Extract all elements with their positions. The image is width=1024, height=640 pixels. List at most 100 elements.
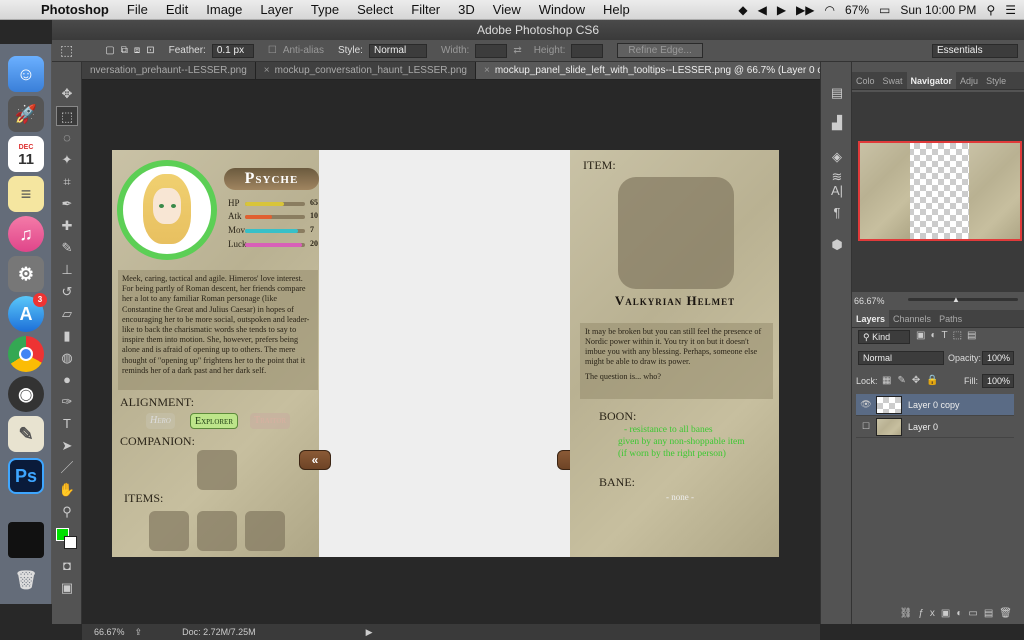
fill-input[interactable]: 100% <box>982 374 1014 388</box>
tab-color[interactable]: Colo <box>852 72 879 89</box>
character-panel-icon[interactable]: A| <box>827 182 847 200</box>
close-icon[interactable]: × <box>484 65 490 76</box>
antialias-checkbox[interactable]: ☐ <box>268 45 277 56</box>
tab-navigator[interactable]: Navigator <box>906 72 957 89</box>
paragraph-panel-icon[interactable]: ¶ <box>827 204 847 222</box>
tab-paths[interactable]: Paths <box>935 310 966 327</box>
screen-mode-icon[interactable]: ▣ <box>56 578 78 598</box>
forward-icon[interactable]: ▶▶ <box>796 3 814 17</box>
menu-image[interactable]: Image <box>197 2 251 17</box>
healing-brush-icon[interactable]: ✚ <box>56 216 78 236</box>
gradient-tool-icon[interactable]: ▮ <box>56 326 78 346</box>
layer-row-layer0[interactable]: ☐ Layer 0 <box>856 416 1014 438</box>
wifi-icon[interactable]: ◠ <box>825 3 835 17</box>
alignment-hero[interactable]: Hero <box>146 413 175 429</box>
share-icon[interactable]: ⇪ <box>135 627 143 638</box>
alignment-traitor[interactable]: Traitor <box>250 413 291 429</box>
tab-adjustments[interactable]: Adju <box>956 72 982 89</box>
layer-name[interactable]: Layer 0 <box>908 422 938 432</box>
clone-stamp-icon[interactable]: ⊥ <box>56 260 78 280</box>
blur-tool-icon[interactable]: ◍ <box>56 348 78 368</box>
path-select-icon[interactable]: ➤ <box>56 436 78 456</box>
crop-tool-icon[interactable]: ⌗ <box>56 172 78 192</box>
companion-slot[interactable] <box>197 450 237 490</box>
navigator-thumbnail[interactable] <box>858 141 1022 241</box>
background-color-swatch[interactable] <box>64 536 77 549</box>
item-slot[interactable] <box>197 511 237 551</box>
photoshop-icon[interactable]: Ps <box>8 458 44 494</box>
refine-edge-button[interactable]: Refine Edge... <box>617 43 703 58</box>
app-store-icon[interactable]: A3 <box>8 293 47 332</box>
menu-app[interactable]: Photoshop <box>32 2 118 17</box>
layer-filter-icons[interactable]: ▣◐T⬚▤ <box>916 330 982 341</box>
feather-input[interactable]: 0.1 px <box>211 43 254 58</box>
hand-tool-icon[interactable]: ✋ <box>56 480 78 500</box>
item-slot[interactable] <box>245 511 285 551</box>
menu-layer[interactable]: Layer <box>251 2 302 17</box>
battery-icon[interactable]: ▭ <box>879 3 890 17</box>
dodge-tool-icon[interactable]: ● <box>56 370 78 390</box>
back-icon[interactable]: ◀ <box>758 3 767 17</box>
notification-center-icon[interactable]: ☰ <box>1005 3 1016 17</box>
menu-select[interactable]: Select <box>348 2 402 17</box>
itunes-icon[interactable]: ♫ <box>8 216 44 252</box>
zoom-tool-icon[interactable]: ⚲ <box>56 502 78 522</box>
battery-percent[interactable]: 67% <box>845 3 869 17</box>
intersect-selection-icon[interactable]: ⊡ <box>146 45 154 56</box>
3d-cube-icon[interactable]: ⬢ <box>827 236 847 254</box>
system-preferences-icon[interactable]: ⚙ <box>8 256 44 292</box>
menu-3d[interactable]: 3D <box>449 2 484 17</box>
tab-prehaunt[interactable]: nversation_prehaunt--LESSER.png <box>82 62 256 79</box>
prev-button[interactable]: « <box>299 450 331 470</box>
brush-tool-icon[interactable]: ✎ <box>56 238 78 258</box>
workspace-select[interactable]: Essentials <box>932 43 1018 58</box>
status-zoom[interactable]: 66.67% <box>94 627 125 637</box>
eye-icon[interactable]: 👁 <box>856 399 876 410</box>
tab-channels[interactable]: Channels <box>889 310 935 327</box>
tab-haunt[interactable]: × mockup_conversation_haunt_LESSER.png <box>255 62 476 79</box>
spotlight-icon[interactable]: ⚲ <box>986 3 995 17</box>
speaker-app-icon[interactable]: ◉ <box>8 376 44 412</box>
menu-edit[interactable]: Edit <box>157 2 197 17</box>
status-menu-icon[interactable]: ▶ <box>366 627 373 638</box>
add-selection-icon[interactable]: ⧉ <box>121 45 128 56</box>
visibility-toggle[interactable]: ☐ <box>856 421 876 432</box>
close-icon[interactable]: × <box>264 65 270 76</box>
menu-filter[interactable]: Filter <box>402 2 449 17</box>
menu-help[interactable]: Help <box>594 2 639 17</box>
pen-tool-icon[interactable]: ✑ <box>56 392 78 412</box>
layer-row-layer0copy[interactable]: 👁 Layer 0 copy <box>856 394 1014 416</box>
dropbox-icon[interactable]: ◆ <box>738 3 747 17</box>
menu-type[interactable]: Type <box>302 2 348 17</box>
layer-actions[interactable]: ⛓ƒx▣◐▭▤🗑 <box>852 608 1024 622</box>
trash-icon[interactable]: 🗑 <box>8 562 44 598</box>
history-icon[interactable]: ▤ <box>827 84 847 102</box>
eyedropper-icon[interactable]: ✒ <box>56 194 78 214</box>
magic-wand-icon[interactable]: ✦ <box>56 150 78 170</box>
new-selection-icon[interactable]: ▢ <box>105 45 114 56</box>
layer-name[interactable]: Layer 0 copy <box>908 400 960 410</box>
textedit-icon[interactable]: ✎ <box>8 416 44 452</box>
menu-window[interactable]: Window <box>530 2 594 17</box>
menu-file[interactable]: File <box>118 2 157 17</box>
zoom-slider[interactable]: ▲ <box>908 295 1018 304</box>
histogram-icon[interactable]: ▟ <box>827 114 847 132</box>
tab-layers[interactable]: Layers <box>852 310 890 327</box>
3d-panel-icon[interactable]: ◈ <box>827 148 847 166</box>
launchpad-icon[interactable]: 🚀 <box>8 96 44 132</box>
menu-view[interactable]: View <box>484 2 530 17</box>
finder-icon[interactable]: ☺ <box>8 56 44 92</box>
marquee-tool-icon[interactable]: ⬚ <box>56 106 78 126</box>
lasso-tool-icon[interactable]: ◌ <box>56 128 78 148</box>
tab-swatches[interactable]: Swat <box>879 72 907 89</box>
shape-tool-icon[interactable]: ／ <box>56 458 78 478</box>
clock[interactable]: Sun 10:00 PM <box>900 3 976 17</box>
height-input[interactable] <box>571 43 604 58</box>
notes-icon[interactable]: ≡ <box>8 176 44 212</box>
alignment-explorer[interactable]: Explorer <box>190 413 239 429</box>
lock-icons[interactable]: ▦✎✥🔒 <box>882 375 945 386</box>
layer-filter-kind[interactable]: ⚲ Kind <box>858 330 910 344</box>
tab-styles[interactable]: Style <box>982 72 1010 89</box>
blend-mode-select[interactable]: Normal <box>858 351 944 365</box>
type-tool-icon[interactable]: T <box>56 414 78 434</box>
